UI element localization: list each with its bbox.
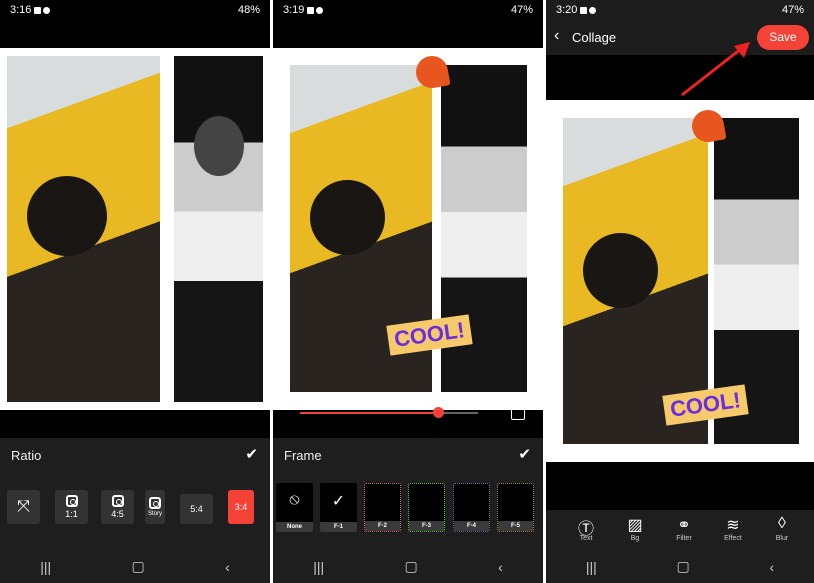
recents-icon[interactable]: ||| (40, 559, 51, 575)
screen-collage: 3:20 47% ‹ Collage Save COOL! Ⓣ Text ▨ Bg ⚭… (546, 0, 814, 583)
tool-bg[interactable]: ▨ Bg (615, 515, 655, 542)
tool-blur[interactable]: ◊ Blur (762, 515, 802, 542)
status-bar: 3:16 48% (0, 0, 270, 20)
system-nav-bar: ||| ▢ ‹ (0, 550, 270, 583)
background-icon: ▨ (627, 517, 643, 534)
ratio-story-button[interactable]: Story (145, 490, 165, 524)
screen-frame: 3:19 47% COOL! Frame ✔ ⦸ None ✓ F-1 F-2 F-3… (273, 0, 543, 583)
status-time: 3:20 (556, 4, 578, 16)
text-icon: Ⓣ (577, 521, 594, 538)
instagram-icon (111, 495, 124, 507)
tool-effect[interactable]: ≋ Effect (713, 515, 753, 542)
battery-level: 48% (237, 4, 260, 16)
instagram-icon (65, 495, 78, 507)
ratio-free-button[interactable]: ⤧ (7, 490, 40, 524)
expand-arrows-icon: ⤧ (17, 498, 30, 515)
ratio-1-1-button[interactable]: 1:1 (55, 490, 88, 524)
ratio-3-4-button[interactable]: 3:4 (228, 490, 254, 524)
red-pointer-arrow (681, 42, 750, 97)
frame-f5[interactable]: F-5 (497, 483, 534, 532)
status-time: 3:19 (283, 4, 305, 16)
panel-title: Frame (284, 448, 322, 463)
save-button[interactable]: Save (757, 25, 809, 50)
battery-level: 47% (510, 4, 533, 16)
tool-text[interactable]: Ⓣ Text (566, 515, 606, 542)
back-arrow-icon[interactable]: ‹ (554, 27, 559, 45)
ratio-5-4-button[interactable]: 5:4 (180, 494, 213, 524)
photo-umbrella[interactable] (7, 56, 160, 402)
frame-none[interactable]: ⦸ None (276, 483, 313, 532)
battery-level: 47% (781, 4, 804, 16)
collage-canvas[interactable] (0, 48, 270, 410)
none-circle-icon: ⦸ (289, 491, 300, 508)
confirm-check-icon[interactable]: ✔ (518, 445, 531, 463)
tool-filter[interactable]: ⚭ Filter (664, 515, 704, 542)
filter-icon: ⚭ (677, 517, 691, 534)
compare-icon[interactable] (511, 406, 525, 420)
system-nav-bar: ||| ▢ ‹ (273, 550, 543, 583)
page-title: Collage (572, 30, 617, 45)
blur-drop-icon: ◊ (778, 515, 786, 532)
effect-icon: ≋ (726, 517, 740, 534)
panel-title: Ratio (11, 448, 42, 463)
frame-f1[interactable]: ✓ F-1 (320, 483, 357, 532)
status-bar: 3:19 47% (273, 0, 543, 20)
home-icon[interactable]: ▢ (132, 558, 145, 575)
back-icon[interactable]: ‹ (769, 559, 774, 575)
instagram-icon (149, 497, 161, 509)
frame-f4[interactable]: F-4 (453, 483, 490, 532)
back-icon[interactable]: ‹ (498, 559, 503, 575)
frame-f2[interactable]: F-2 (364, 483, 401, 532)
home-icon[interactable]: ▢ (677, 558, 690, 575)
status-bar: 3:20 47% (546, 0, 814, 20)
collage-canvas[interactable]: COOL! (546, 100, 814, 462)
screen-ratio: 3:16 48% Ratio ✔ ⤧ 1:1 4:5 Story 5:4 3:4 … (0, 0, 270, 583)
frame-f3[interactable]: F-3 (408, 483, 445, 532)
recents-icon[interactable]: ||| (313, 559, 324, 575)
back-icon[interactable]: ‹ (225, 559, 230, 575)
photo-woman[interactable] (174, 56, 263, 402)
home-icon[interactable]: ▢ (405, 558, 418, 575)
confirm-check-icon[interactable]: ✔ (245, 445, 258, 463)
system-nav-bar: ||| ▢ ‹ (546, 550, 814, 583)
collage-canvas[interactable]: COOL! (273, 48, 543, 410)
selected-check-icon: ✓ (331, 493, 346, 510)
frame-opacity-slider[interactable] (300, 407, 478, 418)
status-time: 3:16 (10, 4, 32, 16)
ratio-4-5-button[interactable]: 4:5 (101, 490, 134, 524)
recents-icon[interactable]: ||| (586, 559, 597, 575)
